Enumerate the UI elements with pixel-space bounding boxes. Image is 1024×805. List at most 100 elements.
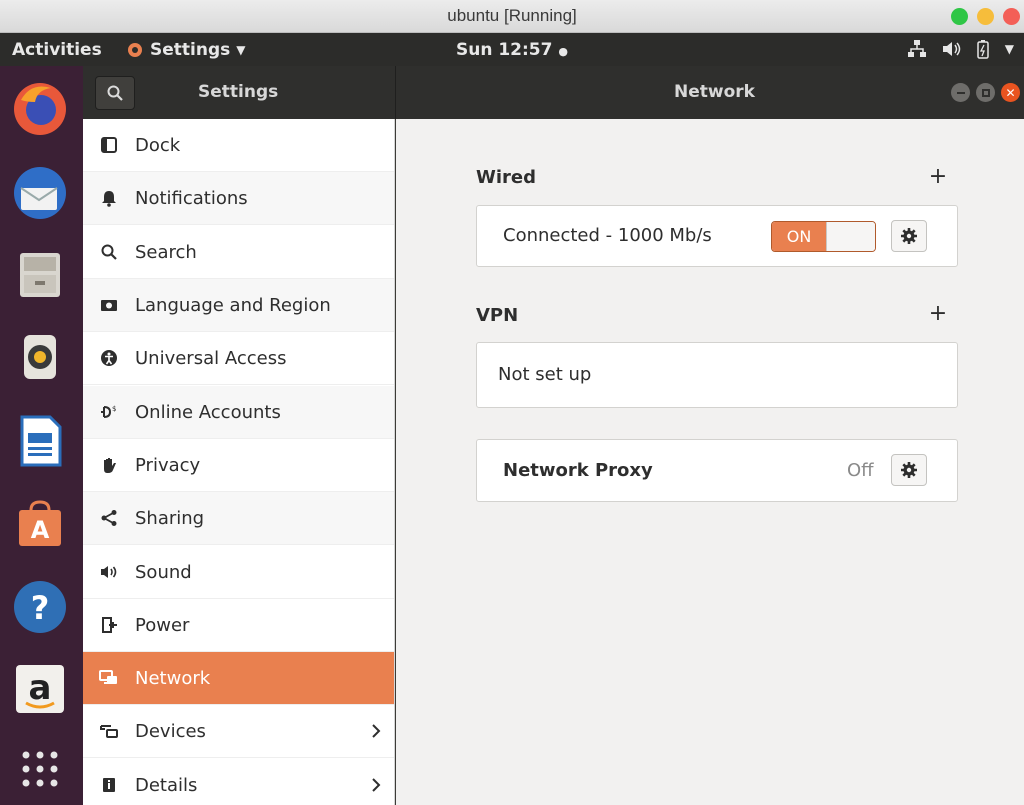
system-tray[interactable]: ▼ — [907, 39, 1014, 59]
sidebar-item-dock[interactable]: Dock — [83, 119, 394, 172]
svg-text:?: ? — [31, 589, 50, 627]
window-close-button[interactable]: ✕ — [1001, 83, 1020, 102]
camera-icon — [83, 296, 135, 314]
proxy-settings-button[interactable] — [891, 454, 927, 486]
network-proxy-state: Off — [847, 460, 874, 481]
sidebar-item-devices[interactable]: Devices — [83, 705, 394, 758]
sidebar-item-privacy[interactable]: Privacy — [83, 439, 394, 492]
sidebar-item-label: Notifications — [135, 187, 248, 209]
accessibility-icon — [83, 349, 135, 367]
svg-text:$: $ — [112, 405, 116, 413]
search-button[interactable] — [95, 76, 135, 110]
add-vpn-button[interactable]: + — [928, 301, 948, 326]
software-icon[interactable]: A — [9, 492, 71, 554]
thunderbird-icon[interactable] — [9, 162, 71, 224]
sidebar-item-label: Search — [135, 241, 197, 263]
maximize-icon[interactable] — [951, 8, 968, 25]
close-icon[interactable] — [1003, 8, 1020, 25]
svg-text:A: A — [31, 516, 50, 544]
wired-connection-card: Connected - 1000 Mb/s ON — [476, 205, 958, 267]
dock-icon — [83, 136, 135, 154]
help-icon[interactable]: ? — [9, 576, 71, 638]
firefox-icon[interactable] — [9, 78, 71, 140]
panel-title: Network — [674, 82, 755, 102]
sidebar-item-label: Sharing — [135, 507, 205, 529]
plus-icon: + — [928, 164, 948, 189]
wired-section-title: Wired — [476, 167, 536, 188]
sidebar-item-label: Network — [135, 667, 211, 689]
sidebar-title: Settings — [198, 82, 279, 102]
sidebar-item-sound[interactable]: Sound — [83, 546, 394, 599]
accounts-icon: $ — [83, 403, 135, 421]
add-wired-button[interactable]: + — [928, 164, 948, 189]
speaker-icon — [83, 563, 135, 581]
search-icon — [107, 85, 123, 101]
chevron-right-icon — [358, 777, 394, 793]
sidebar-item-label: Language and Region — [135, 294, 331, 316]
window-maximize-button[interactable] — [976, 83, 995, 102]
network-panel: Wired + Connected - 1000 Mb/s ON VPN + N… — [396, 119, 1024, 805]
vm-window-title: ubuntu [Running] — [447, 6, 577, 25]
sidebar-item-label: Online Accounts — [135, 401, 281, 423]
sidebar-item-label: Details — [135, 774, 198, 796]
window-minimize-button[interactable] — [951, 83, 970, 102]
vm-window-titlebar: ubuntu [Running] — [0, 0, 1024, 33]
sidebar-item-notifications[interactable]: Notifications — [83, 172, 394, 225]
show-apps-icon[interactable] — [9, 738, 71, 800]
chevron-down-icon: ▼ — [1004, 42, 1014, 56]
sidebar-item-sharing[interactable]: Sharing — [83, 492, 394, 545]
gnome-top-bar: Activities Settings ▼ Sun 12:57 ● ▼ — [0, 33, 1024, 66]
minimize-icon — [956, 91, 965, 94]
network-proxy-label: Network Proxy — [503, 460, 653, 481]
maximize-icon — [981, 88, 990, 97]
sidebar-item-details[interactable]: Details — [83, 759, 394, 805]
vpn-card: Not set up — [476, 342, 958, 408]
wired-settings-button[interactable] — [891, 220, 927, 252]
network-icon — [83, 669, 135, 687]
clock-label: Sun 12:57 — [455, 40, 553, 60]
svg-text:a: a — [29, 668, 52, 708]
hand-icon — [83, 456, 135, 474]
power-icon — [83, 616, 135, 634]
devices-icon — [83, 722, 135, 740]
clock[interactable]: Sun 12:57 ● — [0, 40, 1024, 60]
sidebar-item-language-region[interactable]: Language and Region — [83, 279, 394, 332]
header-divider — [395, 66, 396, 119]
sidebar-item-search[interactable]: Search — [83, 226, 394, 279]
sidebar-item-label: Dock — [135, 134, 181, 156]
network-wired-icon — [907, 40, 926, 57]
sidebar-item-network[interactable]: Network — [83, 652, 394, 705]
sidebar-item-label: Power — [135, 614, 190, 636]
rhythmbox-icon[interactable] — [9, 326, 71, 388]
settings-sidebar: Dock Notifications Search Language and R… — [83, 119, 395, 805]
sidebar-item-label: Universal Access — [135, 347, 287, 369]
volume-icon — [942, 42, 961, 56]
wired-status: Connected - 1000 Mb/s — [503, 225, 712, 246]
network-proxy-card[interactable]: Network Proxy Off — [476, 439, 958, 502]
bell-icon — [83, 189, 135, 207]
notification-dot-icon: ● — [558, 45, 568, 58]
toggle-on-label: ON — [772, 222, 826, 251]
writer-icon[interactable] — [9, 410, 71, 472]
search-icon — [83, 243, 135, 261]
dock: A ? a — [0, 66, 83, 805]
sidebar-item-label: Privacy — [135, 454, 201, 476]
plus-icon: + — [928, 301, 948, 326]
gear-icon — [901, 228, 917, 244]
wired-toggle-switch[interactable]: ON — [771, 221, 876, 252]
chevron-right-icon — [358, 723, 394, 739]
sidebar-item-universal-access[interactable]: Universal Access — [83, 332, 394, 385]
toggle-knob — [826, 222, 875, 251]
amazon-icon[interactable]: a — [9, 658, 71, 720]
gear-icon — [901, 462, 917, 478]
sidebar-item-power[interactable]: Power — [83, 599, 394, 652]
info-icon — [83, 776, 135, 794]
sidebar-item-label: Devices — [135, 720, 206, 742]
files-icon[interactable] — [9, 244, 71, 306]
settings-headerbar: Settings Network ✕ — [83, 66, 1024, 119]
sidebar-item-online-accounts[interactable]: $ Online Accounts — [83, 386, 394, 439]
vpn-status: Not set up — [498, 364, 592, 385]
share-icon — [83, 509, 135, 527]
minimize-icon[interactable] — [977, 8, 994, 25]
close-icon: ✕ — [1005, 85, 1016, 100]
